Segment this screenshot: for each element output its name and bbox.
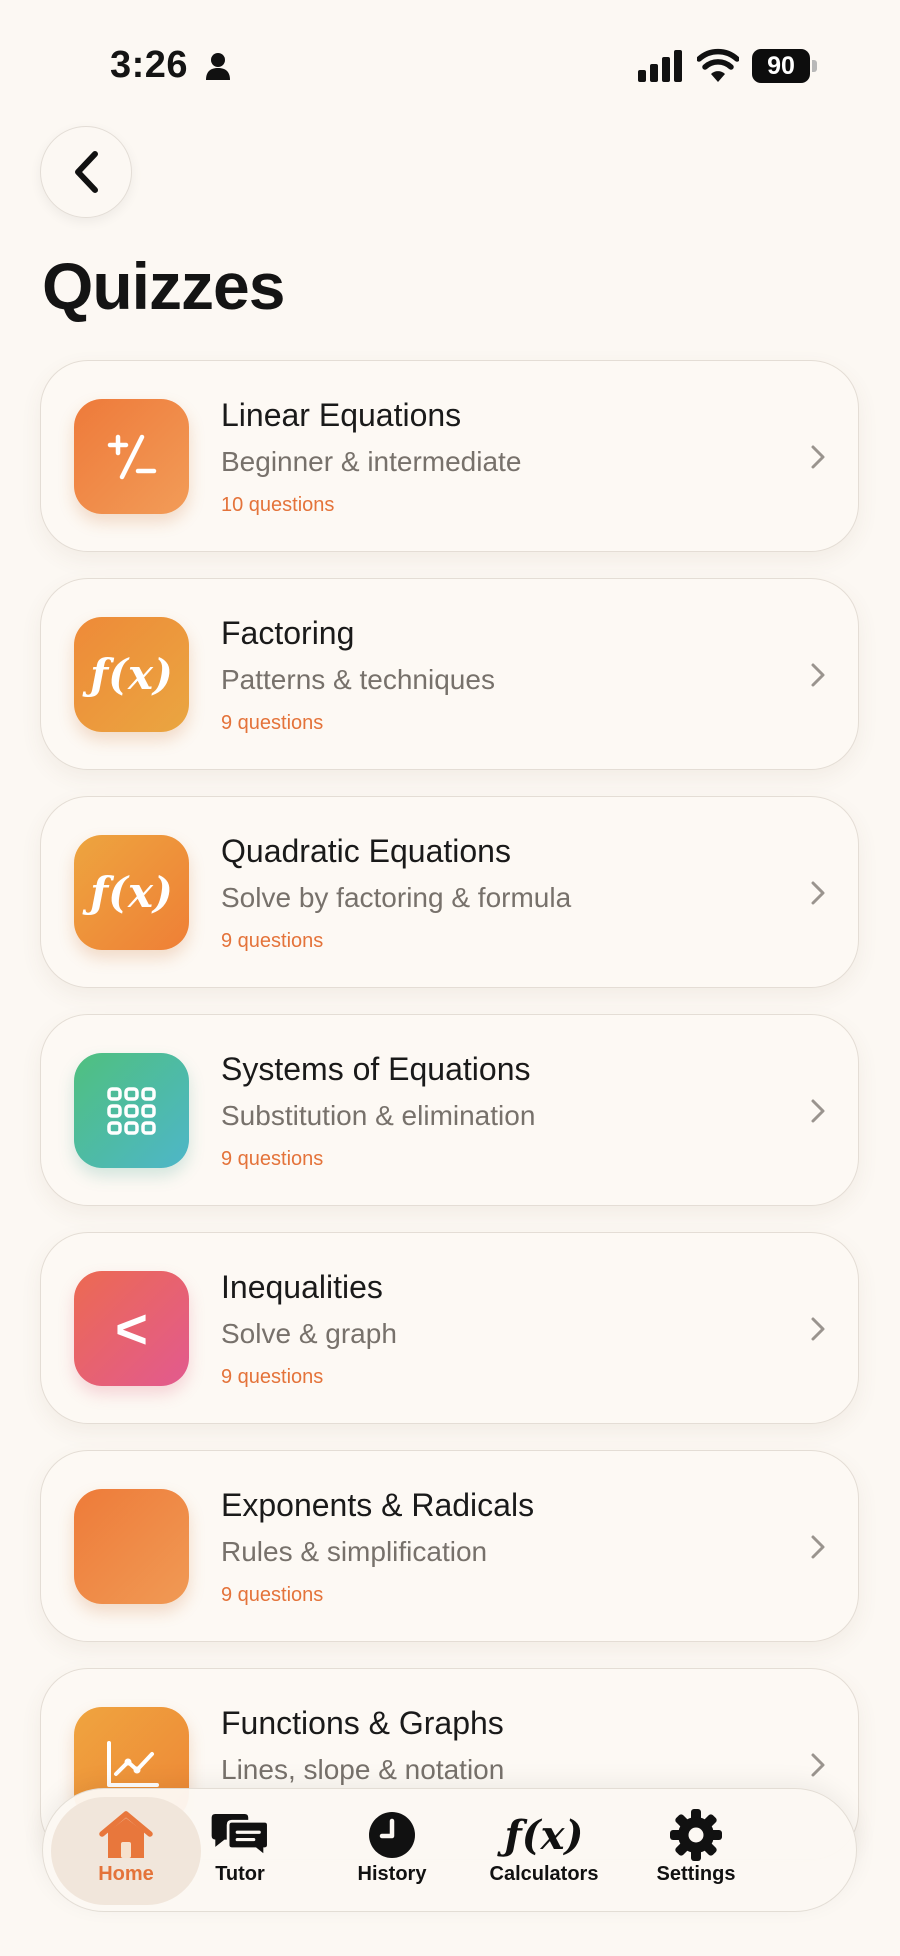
chevron-right-icon	[811, 881, 825, 905]
tab-calculators[interactable]: ƒ(x) Calculators	[469, 1797, 619, 1905]
quiz-question-count: 9 questions	[221, 930, 324, 952]
quiz-title: Systems of Equations	[221, 1051, 531, 1087]
chevron-right-icon	[811, 1099, 825, 1123]
quiz-card-systems-of-equations[interactable]: Systems of Equations Substitution & elim…	[40, 1014, 859, 1206]
quiz-card-linear-equations[interactable]: Linear Equations Beginner & intermediate…	[40, 360, 859, 552]
quiz-subtitle: Beginner & intermediate	[221, 446, 522, 477]
tab-history[interactable]: History	[317, 1797, 467, 1905]
function-icon: ƒ(x)	[74, 617, 189, 732]
quiz-question-count: 9 questions	[221, 1584, 324, 1606]
chevron-right-icon	[811, 663, 825, 687]
quiz-question-count: 9 questions	[221, 1148, 324, 1170]
wifi-icon	[697, 48, 739, 82]
quiz-card-exponents-radicals[interactable]: Exponents & Radicals Rules & simplificat…	[40, 1450, 859, 1642]
gear-icon	[664, 1809, 728, 1861]
quiz-card-inequalities[interactable]: < Inequalities Solve & graph 9 questions	[40, 1232, 859, 1424]
quiz-subtitle: Patterns & techniques	[221, 664, 495, 695]
chevron-left-icon	[75, 151, 98, 193]
quiz-subtitle: Substitution & elimination	[221, 1100, 536, 1131]
quiz-title: Factoring	[221, 615, 355, 651]
grid-icon	[74, 1053, 189, 1168]
quiz-title: Linear Equations	[221, 397, 462, 433]
page-title: Quizzes	[42, 249, 285, 323]
quiz-question-count: 10 questions	[221, 494, 335, 516]
clock-icon	[360, 1809, 424, 1861]
function-icon: ƒ(x)	[504, 1811, 584, 1859]
cellular-signal-icon	[638, 50, 682, 82]
bottom-tab-bar: Home Tutor History ƒ(x) Calculators Sett…	[42, 1788, 857, 1912]
battery-level: 90	[752, 49, 810, 83]
person-icon	[206, 53, 230, 80]
battery-indicator: 90	[752, 49, 818, 83]
tab-label: Home	[98, 1863, 154, 1885]
quiz-subtitle: Solve by factoring & formula	[221, 882, 572, 913]
chevron-right-icon	[811, 1753, 825, 1777]
tab-tutor[interactable]: Tutor	[165, 1797, 315, 1905]
blank-icon	[74, 1489, 189, 1604]
tab-label: Settings	[656, 1863, 736, 1885]
quiz-title: Functions & Graphs	[221, 1705, 504, 1741]
quiz-card-factoring[interactable]: ƒ(x) Factoring Patterns & techniques 9 q…	[40, 578, 859, 770]
less-than-icon: <	[74, 1271, 189, 1386]
quiz-card-quadratic-equations[interactable]: ƒ(x) Quadratic Equations Solve by factor…	[40, 796, 859, 988]
quiz-subtitle: Lines, slope & notation	[221, 1754, 505, 1785]
tab-settings[interactable]: Settings	[621, 1797, 771, 1905]
quiz-subtitle: Rules & simplification	[221, 1536, 488, 1567]
tab-label: Tutor	[215, 1863, 265, 1885]
quiz-title: Exponents & Radicals	[221, 1487, 535, 1523]
chat-icon	[208, 1809, 272, 1861]
chevron-right-icon	[811, 1535, 825, 1559]
quiz-title: Inequalities	[221, 1269, 383, 1305]
home-icon	[94, 1809, 158, 1861]
quiz-question-count: 9 questions	[221, 1366, 324, 1388]
back-button[interactable]	[40, 126, 132, 218]
battery-nub	[812, 60, 817, 72]
function-icon: ƒ(x)	[74, 835, 189, 950]
chevron-right-icon	[811, 1317, 825, 1341]
quiz-subtitle: Solve & graph	[221, 1318, 397, 1349]
chevron-right-icon	[811, 445, 825, 469]
plus-minus-icon	[74, 399, 189, 514]
status-bar: 3:26 90	[0, 0, 900, 130]
quiz-title: Quadratic Equations	[221, 833, 511, 869]
tab-label: Calculators	[489, 1863, 599, 1885]
quiz-question-count: 9 questions	[221, 712, 324, 734]
tab-label: History	[357, 1863, 427, 1885]
status-time: 3:26	[110, 44, 189, 86]
